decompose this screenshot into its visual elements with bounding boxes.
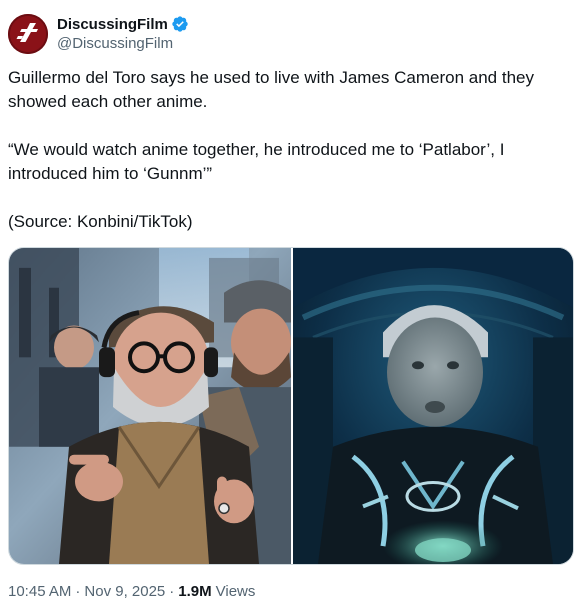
views-count[interactable]: 1.9M xyxy=(178,582,211,602)
tweet-time[interactable]: 10:45 AM xyxy=(8,582,71,602)
discussingfilm-logo-icon xyxy=(10,16,46,52)
meta-separator: · xyxy=(169,583,175,600)
tweet-header: DiscussingFilm @DiscussingFilm xyxy=(8,12,189,56)
tweet-text: Guillermo del Toro says he used to live … xyxy=(8,66,568,234)
photo-del-toro-image xyxy=(9,248,291,564)
tweet-meta: 10:45 AM · Nov 9, 2025 · 1.9M Views xyxy=(8,582,255,602)
tweet-media xyxy=(8,247,574,565)
tweet: DiscussingFilm @DiscussingFilm Guillermo… xyxy=(0,0,586,612)
display-name[interactable]: DiscussingFilm xyxy=(57,16,168,33)
media-photo-right[interactable] xyxy=(293,248,573,564)
verified-badge-icon[interactable] xyxy=(171,15,189,33)
media-photo-left[interactable] xyxy=(9,248,291,564)
photo-cameron-image xyxy=(293,248,573,564)
avatar[interactable] xyxy=(8,14,48,54)
author-handle[interactable]: @DiscussingFilm xyxy=(57,34,189,54)
tweet-paragraph: Guillermo del Toro says he used to live … xyxy=(8,68,534,111)
tweet-paragraph: (Source: Konbini/TikTok) xyxy=(8,212,193,231)
meta-separator: · xyxy=(75,583,81,600)
display-name-row: DiscussingFilm xyxy=(57,14,189,34)
tweet-date[interactable]: Nov 9, 2025 xyxy=(84,582,165,602)
tweet-paragraph: “We would watch anime together, he intro… xyxy=(8,140,505,183)
views-label: Views xyxy=(215,583,256,600)
author-names: DiscussingFilm @DiscussingFilm xyxy=(57,14,189,54)
